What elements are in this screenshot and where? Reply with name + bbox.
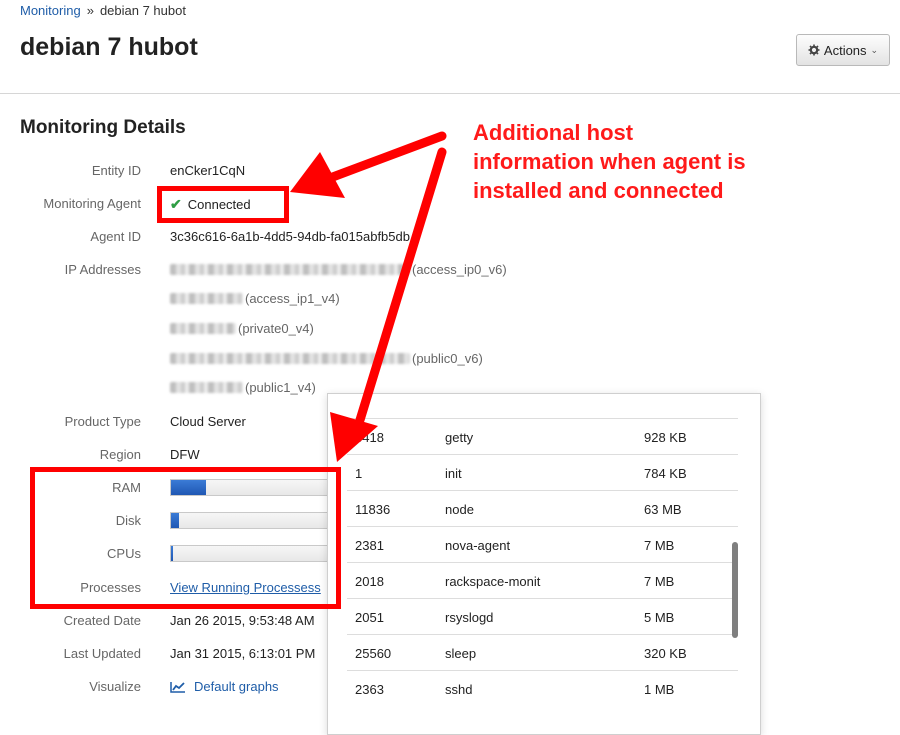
default-graphs-link[interactable]: Default graphs xyxy=(170,679,279,694)
process-pid: 3418 xyxy=(355,430,384,445)
agent-id-value: 3c36c616-6a1b-4dd5-94db-fa015abfb5db xyxy=(170,229,410,244)
page-title: debian 7 hubot xyxy=(20,33,198,61)
section-title: Monitoring Details xyxy=(20,117,186,138)
process-row: 2018 rackspace-monit 7 MB xyxy=(347,562,738,599)
chevron-down-icon: ⌄ xyxy=(870,44,879,55)
annotation-line: Additional host xyxy=(473,120,634,145)
line-chart-icon xyxy=(170,681,185,693)
actions-label: Actions xyxy=(823,42,867,58)
region-value: DFW xyxy=(170,447,200,462)
process-name: sshd xyxy=(445,682,473,697)
created-date-value: Jan 26 2015, 9:53:48 AM xyxy=(170,613,315,628)
processes-popover: 3418 getty 928 KB 1 init 784 KB 11836 no… xyxy=(327,393,761,735)
ip-type: (public1_v4) xyxy=(245,380,316,395)
process-pid: 25560 xyxy=(355,646,392,661)
redacted-ip xyxy=(170,293,243,304)
monitoring-agent-label: Monitoring Agent xyxy=(43,196,141,211)
redacted-ip xyxy=(170,382,243,393)
annotation-box-agent xyxy=(157,186,289,223)
process-row: 1 init 784 KB xyxy=(347,454,738,491)
process-name: nova-agent xyxy=(445,538,511,553)
annotation-line: installed and connected xyxy=(473,178,724,203)
process-pid: 1 xyxy=(355,466,363,481)
process-pid: 2381 xyxy=(355,538,384,553)
breadcrumb: Monitoring » debian 7 hubot xyxy=(20,3,186,18)
process-memory: 5 MB xyxy=(644,610,675,625)
ip-address-row: (access_ip1_v4) xyxy=(170,291,340,306)
process-name: init xyxy=(445,466,462,481)
ip-address-row: (private0_v4) xyxy=(170,321,314,336)
product-type-value: Cloud Server xyxy=(170,414,246,429)
process-name: rackspace-monit xyxy=(445,574,541,589)
ip-addresses-label: IP Addresses xyxy=(64,262,141,277)
ip-address-row: (public0_v6) xyxy=(170,351,483,366)
process-name: sleep xyxy=(445,646,477,661)
ip-type: (access_ip0_v6) xyxy=(412,262,507,277)
annotation-box-host-info xyxy=(30,467,341,609)
redacted-ip xyxy=(170,323,236,334)
agent-id-label: Agent ID xyxy=(90,229,141,244)
process-memory: 7 MB xyxy=(644,538,675,553)
process-row: 25560 sleep 320 KB xyxy=(347,634,738,671)
process-memory: 784 KB xyxy=(644,466,687,481)
ip-type: (public0_v6) xyxy=(412,351,483,366)
annotation-line: information when agent is xyxy=(473,149,746,174)
process-row: 2381 nova-agent 7 MB xyxy=(347,526,738,563)
redacted-ip xyxy=(170,264,410,275)
last-updated-value: Jan 31 2015, 6:13:01 PM xyxy=(170,646,316,661)
breadcrumb-current: debian 7 hubot xyxy=(99,3,186,18)
redacted-ip xyxy=(170,353,410,364)
actions-button[interactable]: Actions ⌄ xyxy=(796,34,890,66)
process-memory: 7 MB xyxy=(644,574,675,589)
popover-scrollbar[interactable] xyxy=(732,542,738,638)
ip-type: (access_ip1_v4) xyxy=(245,291,340,306)
breadcrumb-monitoring-link[interactable]: Monitoring xyxy=(20,3,81,18)
process-row: 2051 rsyslogd 5 MB xyxy=(347,598,738,635)
process-row: 11836 node 63 MB xyxy=(347,490,738,527)
ip-address-row: (public1_v4) xyxy=(170,380,316,395)
created-date-label: Created Date xyxy=(63,613,141,628)
process-row: 2363 sshd 1 MB xyxy=(347,670,738,707)
last-updated-label: Last Updated xyxy=(63,646,141,661)
process-name: node xyxy=(445,502,474,517)
process-memory: 928 KB xyxy=(644,430,687,445)
entity-id-label: Entity ID xyxy=(91,163,141,178)
process-name: getty xyxy=(445,430,474,445)
gear-icon xyxy=(808,44,820,56)
visualize-label: Visualize xyxy=(89,679,141,694)
process-row: 3418 getty 928 KB xyxy=(347,418,738,455)
breadcrumb-separator: » xyxy=(86,3,94,18)
process-pid: 2363 xyxy=(355,682,384,697)
default-graphs-label: Default graphs xyxy=(194,679,279,694)
process-memory: 320 KB xyxy=(644,646,687,661)
process-pid: 11836 xyxy=(355,502,391,517)
ip-address-row: (access_ip0_v6) xyxy=(170,262,507,277)
process-memory: 63 MB xyxy=(644,502,682,517)
process-pid: 2051 xyxy=(355,610,384,625)
product-type-label: Product Type xyxy=(64,414,141,429)
process-name: rsyslogd xyxy=(445,610,494,625)
process-memory: 1 MB xyxy=(644,682,675,697)
region-label: Region xyxy=(99,447,141,462)
ip-type: (private0_v4) xyxy=(238,321,314,336)
entity-id-value: enCker1CqN xyxy=(170,163,246,178)
header-divider xyxy=(0,93,900,94)
arrow-to-agent xyxy=(290,131,447,198)
annotation-text: Additional host information when agent i… xyxy=(473,118,746,205)
process-pid: 2018 xyxy=(355,574,384,589)
